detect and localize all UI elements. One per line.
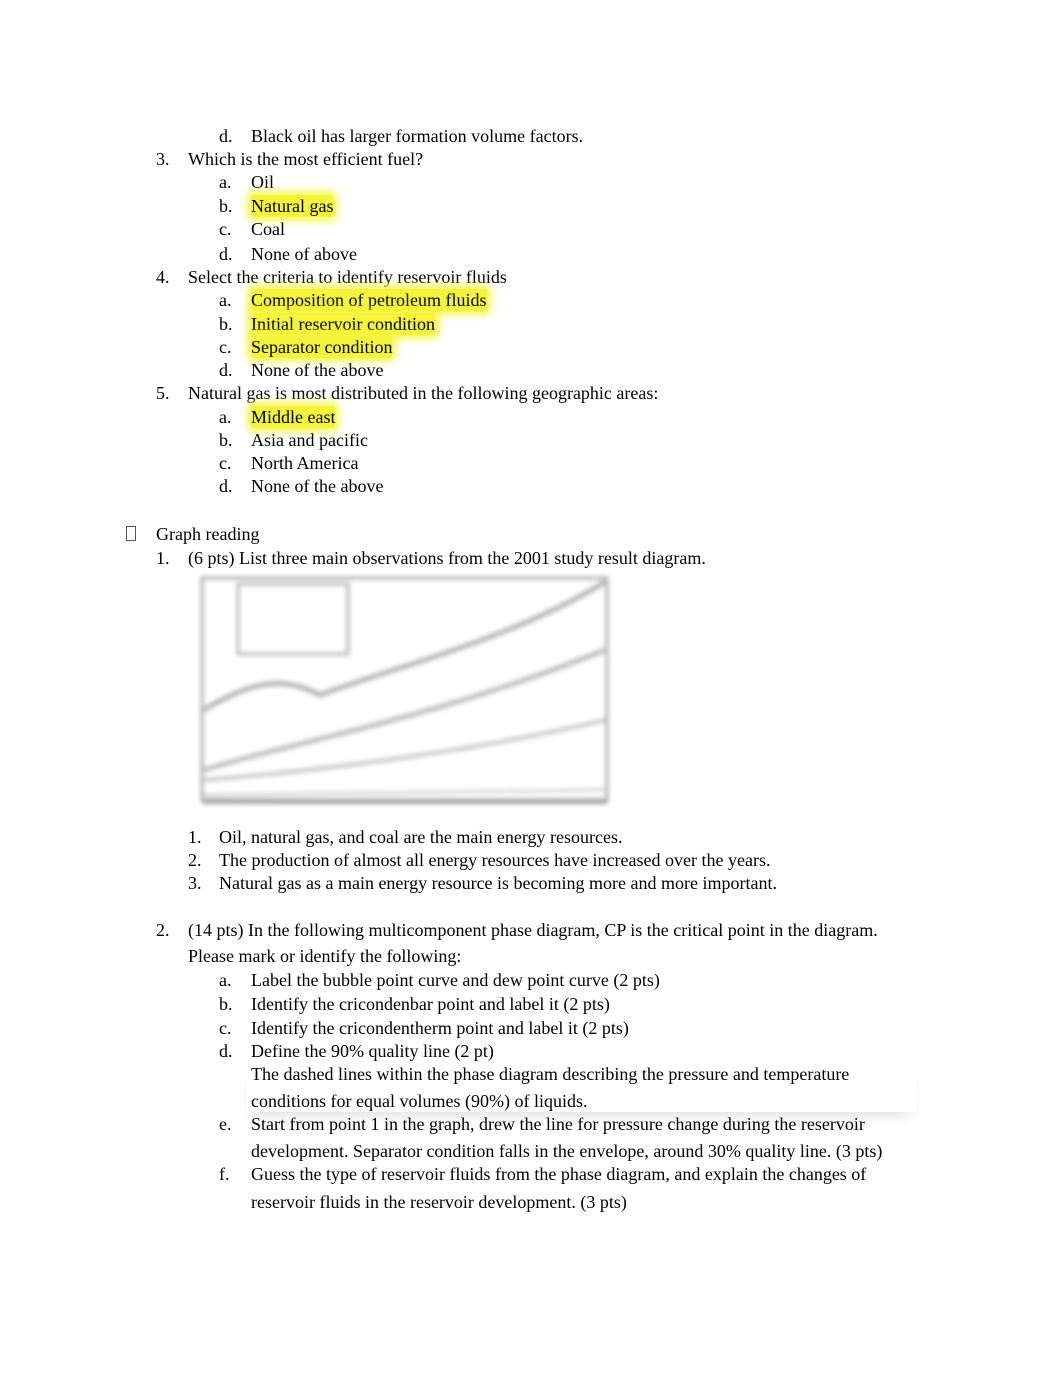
option-text: North America — [251, 453, 359, 473]
item-label: a. — [219, 970, 232, 990]
option-label: d. — [219, 476, 233, 496]
option-label: d. — [219, 360, 233, 380]
option-label: d. — [219, 126, 233, 146]
question-number: 5. — [156, 383, 170, 403]
option-label: c. — [219, 453, 232, 473]
question-text-cont: Please mark or identify the following: — [188, 946, 462, 966]
item-label: c. — [219, 1018, 232, 1038]
option-label: c. — [219, 219, 232, 239]
item-label: e. — [219, 1114, 232, 1134]
question-text: Which is the most efficient fuel? — [188, 149, 424, 169]
item-label: b. — [219, 994, 233, 1014]
item-text: Identify the cricondenbar point and labe… — [251, 994, 610, 1014]
item-label: d. — [219, 1041, 233, 1061]
option-label: c. — [219, 337, 232, 357]
question-text: (14 pts) In the following multicomponent… — [188, 920, 878, 940]
figure-curve-other — [203, 788, 606, 797]
answer-text: Oil, natural gas, and coal are the main … — [219, 827, 623, 847]
item-text-cont: reservoir fluids in the reservoir develo… — [251, 1192, 627, 1212]
option-label: a. — [219, 290, 232, 310]
item-text: Identify the cricondentherm point and la… — [251, 1018, 629, 1038]
option-text: None of the above — [251, 476, 384, 496]
item-text-cont: development. Separator condition falls i… — [251, 1141, 883, 1161]
answer-number: 2. — [188, 850, 202, 870]
option-label: d. — [219, 244, 233, 264]
option-text: Asia and pacific — [251, 430, 368, 450]
option-text: None of the above — [251, 360, 384, 380]
question-number: 1. — [156, 548, 170, 568]
option-label: b. — [219, 196, 233, 216]
option-text: Coal — [251, 219, 285, 239]
figure-legend-box — [236, 582, 350, 656]
option-text: None of above — [251, 244, 357, 264]
square-bullet-icon — [126, 526, 136, 541]
question-text: Select the criteria to identify reservoi… — [188, 267, 507, 287]
answer-text: Natural gas as a main energy resource is… — [219, 873, 777, 893]
answer-text: The production of almost all energy reso… — [219, 850, 771, 870]
option-text: Oil — [251, 172, 275, 192]
section-title: Graph reading — [156, 524, 260, 544]
answer-text: The dashed lines within the phase diagra… — [251, 1064, 850, 1084]
answer-number: 1. — [188, 827, 202, 847]
figure-curve-coal — [203, 718, 606, 782]
question-text: Natural gas is most distributed in the f… — [188, 383, 659, 403]
question-number: 3. — [156, 149, 170, 169]
figure-curve-oil — [202, 579, 607, 713]
option-text-highlighted: Natural gas — [251, 195, 334, 217]
item-text: Guess the type of reservoir fluids from … — [251, 1164, 867, 1184]
option-text-highlighted: Composition of petroleum fluids — [251, 289, 487, 311]
answer-text: conditions for equal volumes (90%) of li… — [251, 1091, 588, 1111]
option-text-highlighted: Initial reservoir condition — [251, 313, 435, 335]
question-number: 4. — [156, 267, 170, 287]
question-number: 2. — [156, 920, 170, 940]
option-label: b. — [219, 430, 233, 450]
question-text: (6 pts) List three main observations fro… — [188, 548, 706, 568]
option-text-highlighted: Separator condition — [251, 336, 393, 358]
option-label: b. — [219, 314, 233, 334]
option-text: Black oil has larger formation volume fa… — [251, 126, 584, 146]
answer-number: 3. — [188, 873, 202, 893]
option-label: a. — [219, 407, 232, 427]
item-text: Define the 90% quality line (2 pt) — [251, 1041, 494, 1061]
energy-study-figure — [200, 576, 609, 804]
option-text-highlighted: Middle east — [251, 406, 336, 428]
option-label: a. — [219, 172, 232, 192]
item-label: f. — [219, 1164, 230, 1184]
item-text: Start from point 1 in the graph, drew th… — [251, 1114, 865, 1134]
item-text: Label the bubble point curve and dew poi… — [251, 970, 660, 990]
